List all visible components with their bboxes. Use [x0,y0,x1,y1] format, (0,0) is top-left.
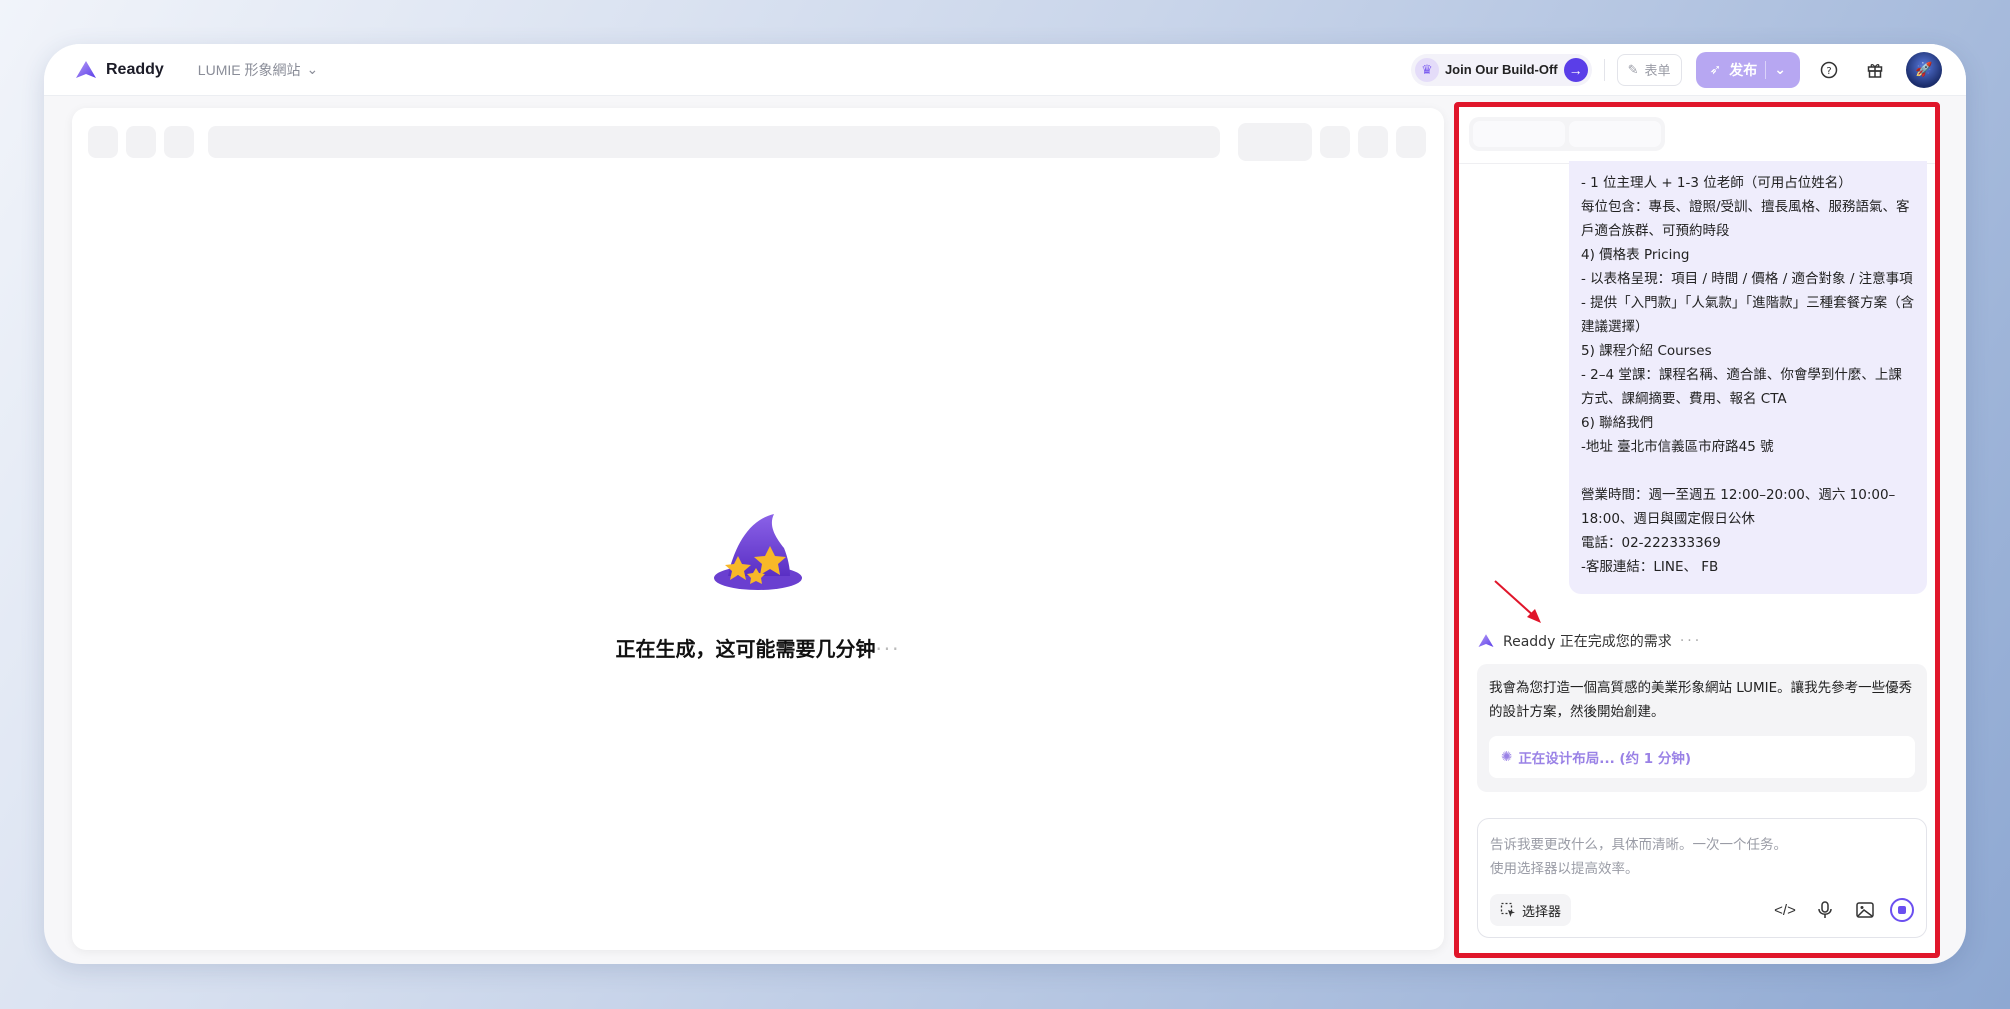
chat-tab[interactable] [1569,121,1661,147]
user-avatar[interactable]: 🚀 [1906,51,1942,88]
form-button[interactable]: ✎ 表单 [1616,53,1682,86]
selector-label: 选择器 [1522,904,1562,920]
preview-url-skeleton [208,126,1220,158]
readdy-logo-icon [76,60,96,78]
annotation-arrow-icon [1494,580,1541,623]
gift-icon [1867,63,1883,78]
buildoff-button[interactable]: ♛ Join Our Build-Off → [1410,53,1592,86]
microphone-button[interactable] [1810,895,1840,925]
rocket-avatar-icon: 🚀 [1915,61,1933,77]
readdy-logo-icon [1478,634,1494,647]
preview-actions-skeleton [1238,123,1426,161]
status-loading-dots: ··· [1679,633,1703,649]
app-name: Readdy [106,60,164,78]
rocket-icon: ➶ [1709,61,1722,77]
generating-label: 正在生成，这可能需要几分钟 [615,637,876,661]
microphone-icon [1818,901,1832,918]
header-divider [1603,58,1605,81]
image-upload-button[interactable] [1850,895,1880,925]
form-label: 表单 [1644,63,1671,78]
code-button[interactable]: </> [1770,895,1800,925]
preview-toolbar-skeleton [88,126,194,158]
chevron-down-icon[interactable]: ⌄ [1774,61,1786,78]
selector-button[interactable]: 选择器 [1490,894,1572,926]
publish-divider [1765,60,1767,79]
assistant-status-row: Readdy 正在完成您的需求 ··· [1477,631,1702,651]
project-name: LUMIE 形象網站 [197,61,301,78]
preview-canvas: 正在生成，这可能需要几分钟··· [72,108,1444,950]
user-message-bubble: - 1 位主理人 + 1-3 位老師（可用占位姓名） 每位包含：專長、證照/受訓… [1569,161,1927,594]
message-composer[interactable]: 告诉我要更改什么，具体而清晰。一次一个任务。 使用选择器以提高效率。 选择器 <… [1477,818,1927,938]
trophy-icon: ♛ [1414,57,1439,82]
image-icon [1856,902,1874,918]
chevron-down-icon: ⌄ [306,61,319,77]
generating-text: 正在生成，这可能需要几分钟··· [72,633,1444,662]
stop-icon [1898,906,1906,914]
app-logo[interactable]: Readdy [74,58,164,82]
project-switcher[interactable]: LUMIE 形象網站 ⌄ [198,60,318,80]
help-icon: ? [1820,61,1838,78]
generating-status: 正在生成，这可能需要几分钟··· [72,508,1444,662]
edit-icon: ✎ [1627,61,1639,77]
wizard-hat-icon [714,514,802,590]
arrow-right-icon: → [1563,57,1588,82]
selector-icon [1500,902,1515,917]
help-button[interactable]: ? [1812,53,1846,87]
gift-button[interactable] [1858,53,1892,87]
app-window: Readdy LUMIE 形象網站 ⌄ ♛ Join Our Build-Off… [44,44,1966,964]
spinner-icon: ✺ [1501,749,1513,765]
publish-button[interactable]: ➶ 发布 ⌄ [1695,51,1800,88]
svg-text:?: ? [1826,66,1831,77]
assistant-message-text: 我會為您打造一個高質感的美業形象網站 LUMIE。讓我先參考一些優秀的設計方案，… [1489,680,1913,720]
assistant-status-text: Readdy 正在完成您的需求 [1503,634,1672,650]
chat-tab[interactable] [1473,121,1565,147]
publish-label: 发布 [1729,61,1758,78]
task-progress: ✺ 正在设计布局... (约 1 分钟) [1489,736,1915,778]
composer-placeholder-line-1: 告诉我要更改什么，具体而清晰。一次一个任务。 [1490,837,1787,853]
stop-generation-button[interactable] [1890,898,1914,922]
chat-panel: - 1 位主理人 + 1-3 位老師（可用占位姓名） 每位包含：專長、證照/受訓… [1454,102,1940,958]
composer-placeholder-line-2: 使用选择器以提高效率。 [1490,861,1639,877]
chat-tabs-skeleton [1469,117,1665,151]
loading-dots: ··· [875,637,901,661]
top-bar: Readdy LUMIE 形象網站 ⌄ ♛ Join Our Build-Off… [44,44,1966,96]
buildoff-label: Join Our Build-Off [1444,62,1558,77]
assistant-message-card: 我會為您打造一個高質感的美業形象網站 LUMIE。讓我先參考一些優秀的設計方案，… [1477,664,1927,792]
code-icon: </> [1774,901,1796,919]
task-label: 正在设计布局... (约 1 分钟) [1518,751,1692,767]
composer-toolbar: 选择器 </> [1490,893,1914,927]
